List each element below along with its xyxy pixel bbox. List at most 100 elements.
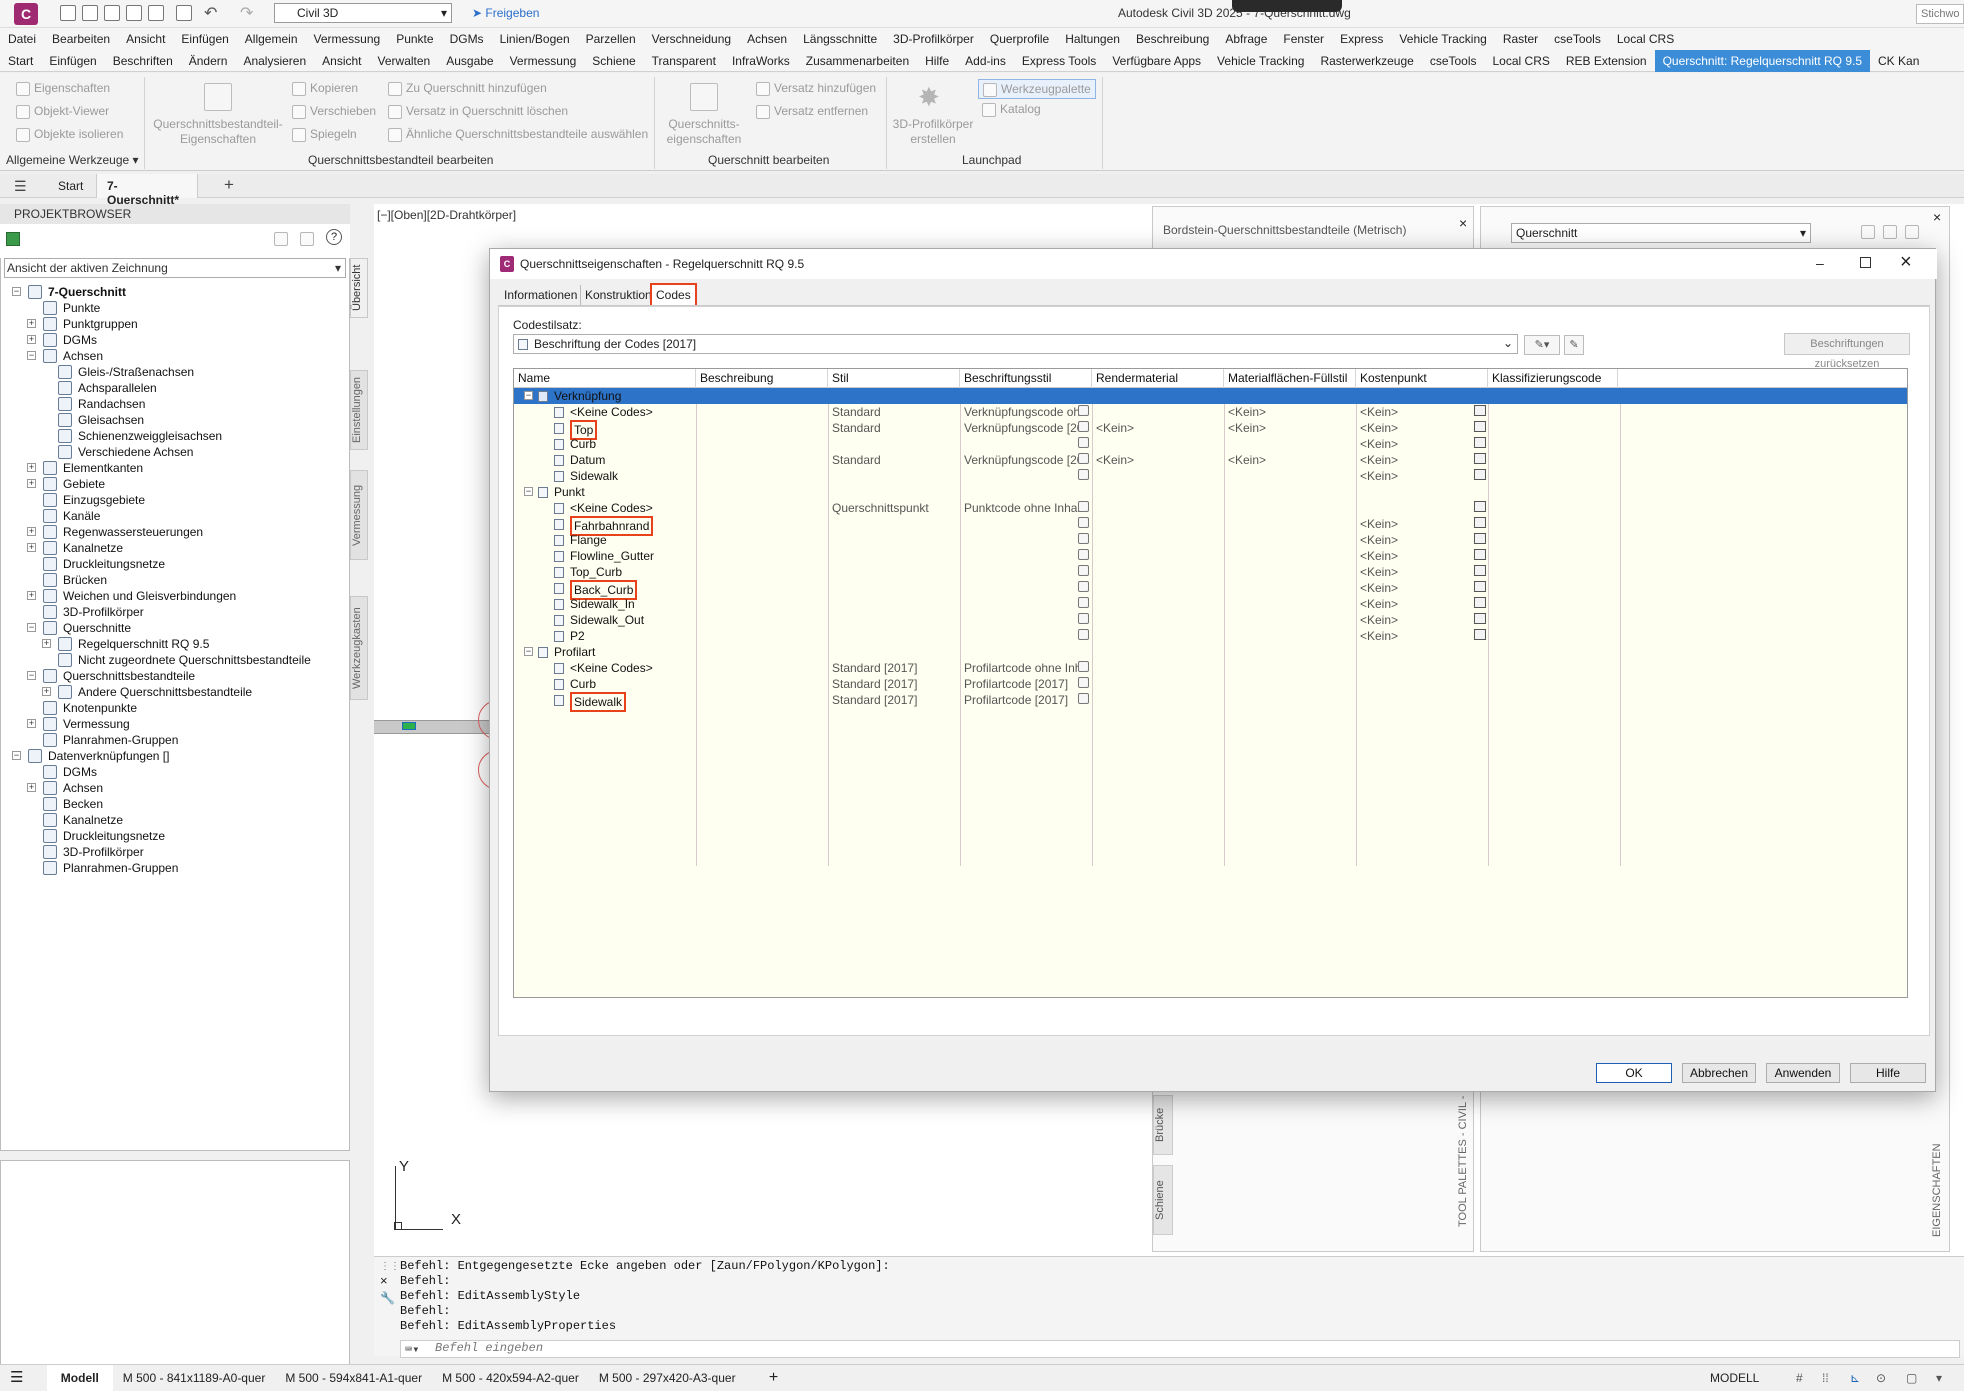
tab-layout[interactable]: M 500 - 297x420-A3-quer bbox=[589, 1365, 746, 1391]
plot-icon[interactable] bbox=[148, 5, 164, 21]
menu-icon[interactable]: ☰ bbox=[14, 178, 27, 195]
collapse-icon[interactable]: − bbox=[27, 671, 36, 680]
help-icon[interactable]: ? bbox=[326, 229, 342, 245]
ribbon-tab[interactable]: Express Tools bbox=[1014, 50, 1104, 72]
tab-codes[interactable]: Codes bbox=[650, 283, 697, 307]
apply-button[interactable]: Anwenden bbox=[1766, 1063, 1840, 1083]
part-properties-button[interactable]: Querschnittsbestandteil-Eigenschaften bbox=[152, 117, 284, 147]
column-header[interactable]: Klassifizierungscode bbox=[1488, 369, 1618, 388]
ribbon-tab[interactable]: Analysieren bbox=[235, 50, 314, 72]
pay-item-icon[interactable] bbox=[1474, 533, 1486, 544]
sidetab-survey[interactable]: Vermessung bbox=[350, 470, 368, 560]
pay-item-icon[interactable] bbox=[1474, 437, 1486, 448]
cell-bstil[interactable]: Profilartcode [2017] bbox=[964, 692, 1080, 708]
minimize-icon[interactable]: – bbox=[1816, 255, 1824, 271]
sidetab-toolbox[interactable]: Werkzeugkasten bbox=[350, 596, 368, 700]
ribbon-tab[interactable]: CK Kan bbox=[1870, 50, 1927, 72]
ribbon-tab[interactable]: Einfügen bbox=[41, 50, 104, 72]
edit-style-icon[interactable] bbox=[1078, 581, 1089, 592]
cell-kost[interactable]: <Kein> bbox=[1360, 548, 1476, 564]
cell-kost[interactable]: <Kein> bbox=[1360, 580, 1476, 596]
table-row[interactable]: − Verknüpfung bbox=[514, 388, 1907, 404]
menu-item[interactable]: Allgemein bbox=[237, 28, 306, 50]
cell-stil[interactable]: Standard [2017] bbox=[832, 692, 948, 708]
tree-item[interactable]: Planrahmen-Gruppen bbox=[0, 858, 348, 878]
redo-icon[interactable]: ↷ bbox=[240, 3, 253, 23]
collapse-icon[interactable]: − bbox=[524, 647, 533, 656]
expand-icon[interactable]: + bbox=[27, 479, 36, 488]
edit-style-icon[interactable] bbox=[1078, 453, 1089, 464]
pay-item-icon[interactable] bbox=[1474, 469, 1486, 480]
pay-item-icon[interactable] bbox=[1474, 597, 1486, 608]
ok-button[interactable]: OK bbox=[1596, 1063, 1672, 1083]
edit-style-icon[interactable] bbox=[1078, 549, 1089, 560]
expand-icon[interactable]: + bbox=[27, 543, 36, 552]
tab-layout[interactable]: M 500 - 420x594-A2-quer bbox=[432, 1365, 589, 1391]
codeset-select[interactable]: Beschriftung der Codes [2017] ⌄ bbox=[513, 334, 1518, 354]
ribbon-tab[interactable]: Ändern bbox=[181, 50, 236, 72]
cell-render[interactable]: <Kein> bbox=[1096, 420, 1212, 436]
tool-palette-button[interactable]: Werkzeugpalette bbox=[978, 79, 1096, 99]
ribbon-tab[interactable]: Ansicht bbox=[314, 50, 369, 72]
menu-icon[interactable]: ☰ bbox=[0, 1365, 33, 1391]
cell-kost[interactable]: <Kein> bbox=[1360, 420, 1476, 436]
close-icon[interactable]: × bbox=[1933, 209, 1941, 225]
tab-konstruktion[interactable]: Konstruktion bbox=[580, 285, 656, 305]
column-header[interactable]: Materialflächen-Füllstil bbox=[1224, 369, 1356, 388]
cell-kost[interactable]: <Kein> bbox=[1360, 564, 1476, 580]
tab-informationen[interactable]: Informationen bbox=[500, 285, 581, 305]
pay-item-icon[interactable] bbox=[1474, 613, 1486, 624]
column-header[interactable]: Rendermaterial bbox=[1092, 369, 1224, 388]
table-row[interactable]: <Keine Codes> Standard Verknüpfungscode oh… bbox=[514, 404, 1907, 420]
column-header[interactable]: Kostenpunkt bbox=[1356, 369, 1488, 388]
expand-icon[interactable]: + bbox=[27, 783, 36, 792]
edit-style-icon[interactable] bbox=[1078, 501, 1089, 512]
ribbon-tab[interactable]: Ausgabe bbox=[438, 50, 501, 72]
palette-tab-bridge[interactable]: Brücke bbox=[1153, 1095, 1173, 1155]
ribbon-tab[interactable]: Start bbox=[0, 50, 41, 72]
cell-bstil[interactable]: Verknüpfungscode ohne ... bbox=[964, 404, 1080, 420]
share-button[interactable]: ➤ Freigeben bbox=[472, 6, 539, 20]
catalog-button[interactable]: Katalog bbox=[978, 99, 1096, 122]
object-viewer-button[interactable]: Objekt-Viewer bbox=[16, 104, 123, 127]
ribbon-tab[interactable]: Rasterwerkzeuge bbox=[1312, 50, 1421, 72]
menu-item[interactable]: Haltungen bbox=[1057, 28, 1128, 50]
tab-start[interactable]: Start bbox=[58, 179, 83, 193]
create-corridor-button[interactable]: 3D-Profilkörper erstellen bbox=[888, 117, 978, 147]
palette-tool-icon-2[interactable] bbox=[1883, 225, 1897, 239]
cell-kost[interactable]: <Kein> bbox=[1360, 532, 1476, 548]
ribbon-tab[interactable]: Schiene bbox=[584, 50, 643, 72]
cell-stil[interactable]: Standard bbox=[832, 404, 948, 420]
ribbon-tab[interactable]: Verfügbare Apps bbox=[1104, 50, 1209, 72]
menu-item[interactable]: Parzellen bbox=[578, 28, 644, 50]
palette-select[interactable]: Querschnitt ▾ bbox=[1511, 223, 1811, 243]
edit-style-icon[interactable]: ✎▾ bbox=[1524, 335, 1560, 355]
menu-item[interactable]: Einfügen bbox=[173, 28, 236, 50]
sidetab-overview[interactable]: Übersicht bbox=[350, 258, 368, 318]
app-logo[interactable]: C bbox=[14, 3, 38, 25]
ribbon-tab[interactable]: Querschnitt: Regelquerschnitt RQ 9.5 bbox=[1654, 50, 1871, 72]
pick-style-icon[interactable]: ✎ bbox=[1564, 335, 1584, 355]
undo-icon[interactable]: ↶ bbox=[204, 3, 217, 23]
table-row[interactable]: Sidewalk_In <Kein> bbox=[514, 596, 1907, 612]
delete-offset-button[interactable]: Versatz in Querschnitt löschen bbox=[388, 104, 648, 127]
table-row[interactable]: TopStandardVerknüpfungscode [2017]<Kein>… bbox=[514, 420, 1907, 440]
edit-style-icon[interactable] bbox=[1078, 469, 1089, 480]
copy-button[interactable]: Kopieren bbox=[292, 81, 376, 104]
pay-item-icon[interactable] bbox=[1474, 565, 1486, 576]
edit-style-icon[interactable] bbox=[1078, 613, 1089, 624]
save-as-icon[interactable] bbox=[126, 5, 142, 21]
ribbon-tab[interactable]: Vehicle Tracking bbox=[1209, 50, 1312, 72]
expand-icon[interactable]: + bbox=[27, 335, 36, 344]
cell-mat[interactable]: <Kein> bbox=[1228, 404, 1344, 420]
table-row[interactable]: Curb <Kein> bbox=[514, 436, 1907, 452]
ribbon-tab[interactable]: Zusammenarbeiten bbox=[798, 50, 917, 72]
table-row[interactable]: Sidewalk Standard [2017] Profilartcode [20… bbox=[514, 692, 1907, 712]
help-button[interactable]: Hilfe bbox=[1850, 1063, 1926, 1083]
pay-item-icon[interactable] bbox=[1474, 549, 1486, 560]
collapse-icon[interactable]: − bbox=[27, 351, 36, 360]
drawing-icon[interactable] bbox=[6, 232, 20, 246]
close-icon[interactable]: × bbox=[1900, 251, 1912, 274]
table-row[interactable]: Back_Curb <Kein> bbox=[514, 580, 1907, 600]
ribbon-tab[interactable]: Local CRS bbox=[1485, 50, 1558, 72]
